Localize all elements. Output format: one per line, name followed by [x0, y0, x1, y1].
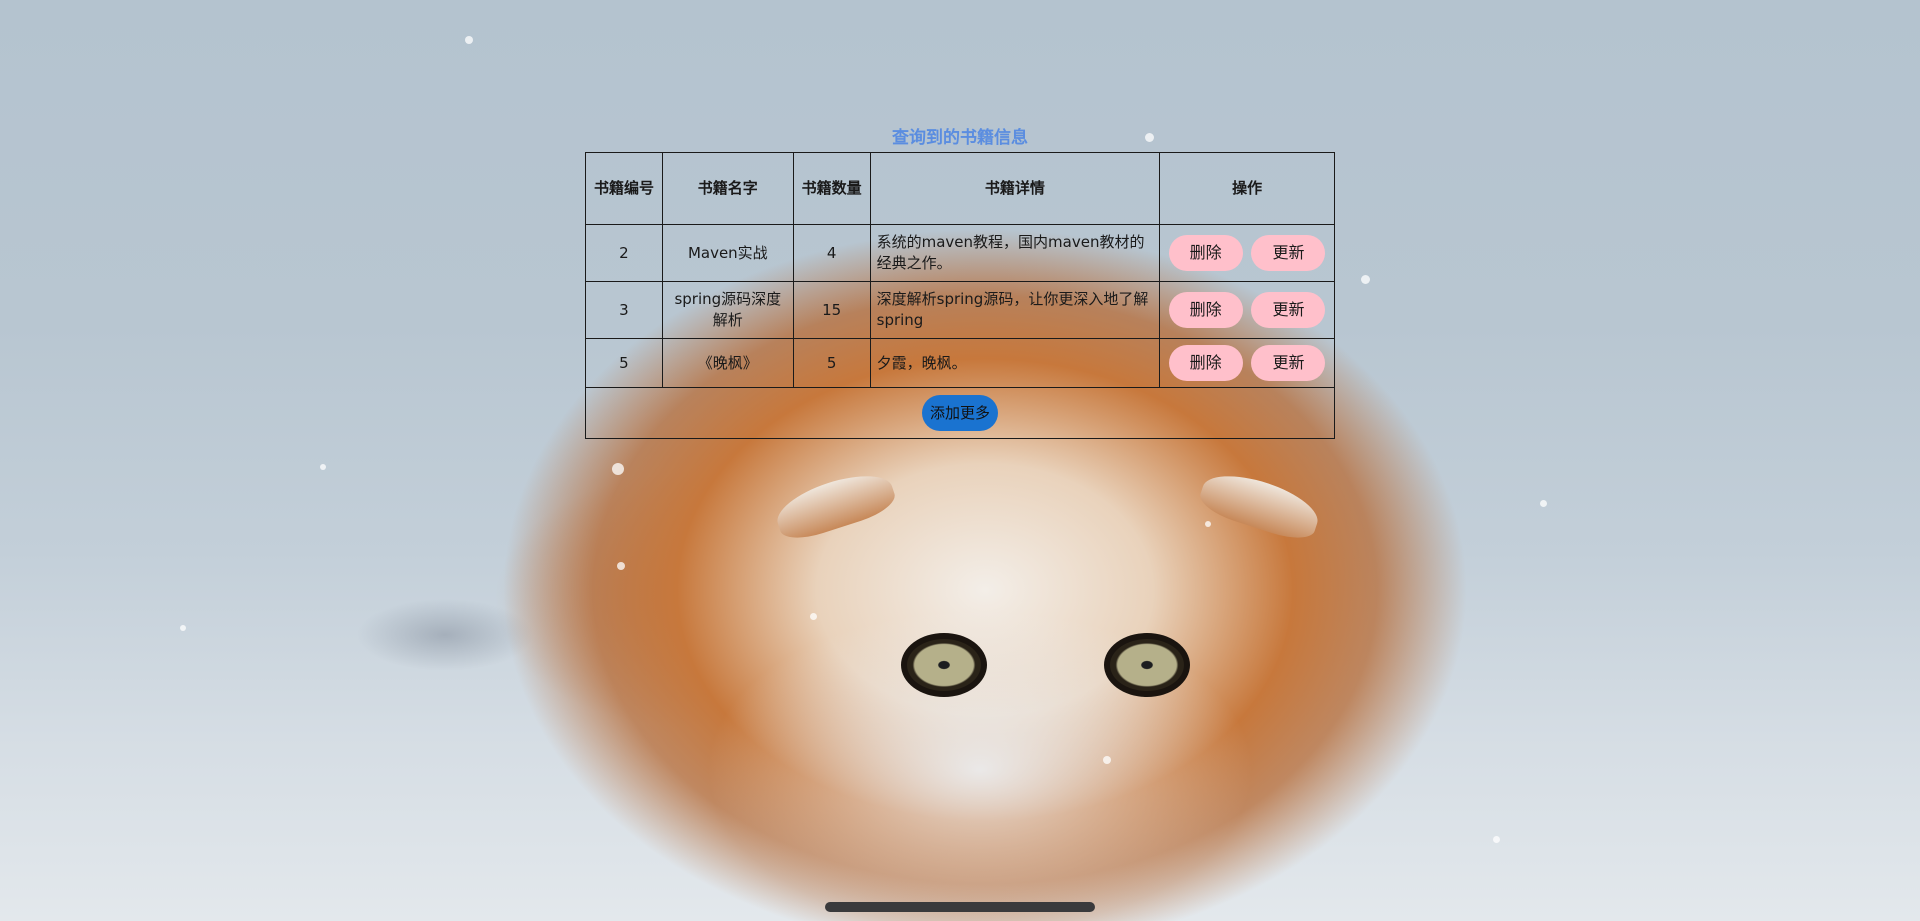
book-id-cell: 5	[585, 338, 663, 388]
snowflake-icon	[1361, 275, 1370, 284]
snowflake-icon	[612, 463, 624, 475]
book-actions-cell: 删除 更新	[1159, 281, 1335, 339]
snowflake-icon	[810, 613, 817, 620]
add-more-button[interactable]: 添加更多	[922, 395, 998, 431]
book-quantity-cell: 4	[792, 224, 871, 282]
add-more-cell: 添加更多	[585, 387, 1335, 439]
table-row: 5 《晚枫》 5 夕霞，晚枫。 删除 更新	[585, 338, 1335, 388]
book-detail-cell: 夕霞，晚枫。	[869, 338, 1161, 388]
delete-button[interactable]: 删除	[1168, 345, 1243, 381]
header-book-detail: 书籍详情	[869, 152, 1161, 225]
home-indicator-bar[interactable]	[825, 902, 1095, 912]
snowflake-icon	[617, 562, 625, 570]
header-book-quantity: 书籍数量	[792, 152, 871, 225]
book-detail-cell: 系统的maven教程，国内maven教材的经典之作。	[869, 224, 1161, 282]
snowflake-icon	[320, 464, 326, 470]
snowflake-icon	[1493, 836, 1500, 843]
header-book-id: 书籍编号	[585, 152, 663, 225]
header-book-name: 书籍名字	[661, 152, 794, 225]
cat-eye-right-icon	[1104, 633, 1190, 697]
book-quantity-cell: 15	[792, 281, 871, 339]
snowflake-icon	[465, 36, 473, 44]
snowflake-icon	[1103, 756, 1111, 764]
book-name-cell: Maven实战	[661, 224, 794, 282]
page-background: 查询到的书籍信息 书籍编号 书籍名字 书籍数量 书籍详情 操作 2 Maven实…	[0, 0, 1920, 921]
book-actions-cell: 删除 更新	[1159, 224, 1335, 282]
cat-ear-right-icon	[1195, 464, 1325, 546]
book-name-cell: spring源码深度解析	[661, 281, 794, 339]
table-row: 3 spring源码深度解析 15 深度解析spring源码，让你更深入地了解s…	[585, 281, 1335, 339]
book-detail-cell: 深度解析spring源码，让你更深入地了解spring	[869, 281, 1161, 339]
update-button[interactable]: 更新	[1251, 345, 1326, 381]
book-id-cell: 3	[585, 281, 663, 339]
book-name-cell: 《晚枫》	[661, 338, 794, 388]
delete-button[interactable]: 删除	[1168, 292, 1243, 328]
update-button[interactable]: 更新	[1251, 292, 1326, 328]
books-table: 书籍编号 书籍名字 书籍数量 书籍详情 操作 2 Maven实战 4 系统的ma…	[585, 152, 1335, 439]
book-actions-cell: 删除 更新	[1159, 338, 1335, 388]
update-button[interactable]: 更新	[1251, 235, 1326, 271]
book-quantity-cell: 5	[792, 338, 871, 388]
snowflake-icon	[1540, 500, 1547, 507]
cat-eye-left-icon	[901, 633, 987, 697]
delete-button[interactable]: 删除	[1168, 235, 1243, 271]
cat-ear-left-icon	[770, 464, 900, 546]
page-title: 查询到的书籍信息	[892, 128, 1028, 148]
book-id-cell: 2	[585, 224, 663, 282]
snowflake-icon	[1205, 521, 1211, 527]
add-more-row: 添加更多	[585, 387, 1335, 439]
table-header-row: 书籍编号 书籍名字 书籍数量 书籍详情 操作	[585, 152, 1335, 225]
table-row: 2 Maven实战 4 系统的maven教程，国内maven教材的经典之作。 删…	[585, 224, 1335, 282]
snowflake-icon	[180, 625, 186, 631]
header-operation: 操作	[1159, 152, 1335, 225]
